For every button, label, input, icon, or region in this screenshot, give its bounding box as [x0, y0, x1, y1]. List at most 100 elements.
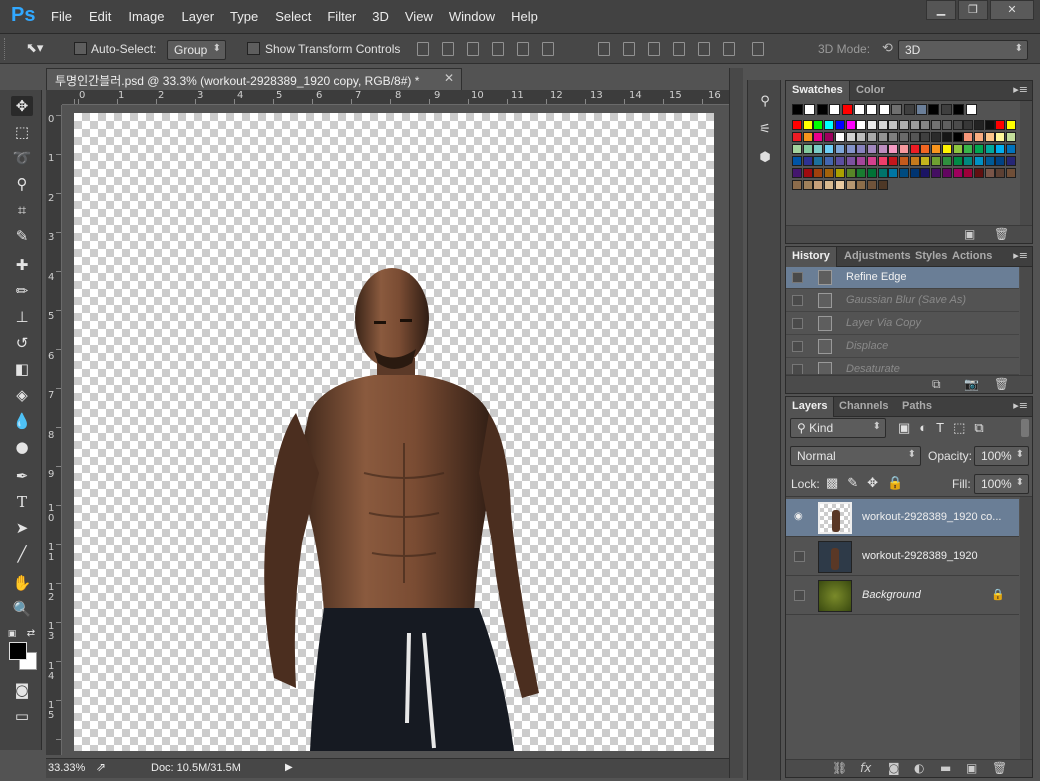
color-swatch[interactable]: [888, 156, 899, 166]
history-brush-tool-icon[interactable]: ↺: [11, 333, 33, 353]
link-layers-icon[interactable]: ⛓: [832, 761, 847, 775]
snapshot-icon[interactable]: 📷: [964, 377, 979, 391]
menu-file[interactable]: File: [51, 9, 72, 24]
document-workspace[interactable]: [62, 105, 729, 755]
color-swatch[interactable]: [952, 168, 963, 178]
color-swatch[interactable]: [813, 132, 824, 142]
menu-help[interactable]: Help: [511, 9, 538, 24]
color-swatch[interactable]: [920, 132, 931, 142]
move-tool-preset-icon[interactable]: ⬉▾: [26, 40, 43, 56]
color-swatch[interactable]: [995, 120, 1006, 130]
align-hcenter-icon[interactable]: [517, 42, 529, 56]
color-swatch[interactable]: [888, 132, 899, 142]
vertical-ruler[interactable]: 0 1 2 3 4 5 6 7 8 9 1 0 1 1 1 2 1 3 1 4 …: [46, 105, 62, 755]
color-swatch[interactable]: [973, 132, 984, 142]
color-swatch[interactable]: [899, 132, 909, 142]
color-swatch[interactable]: [877, 132, 888, 142]
menu-view[interactable]: View: [405, 9, 433, 24]
color-swatch[interactable]: [834, 168, 845, 178]
menu-image[interactable]: Image: [128, 9, 164, 24]
quick-select-tool-icon[interactable]: ⚲: [11, 174, 33, 194]
layer-filter-icons[interactable]: ▣◐T⬚⧉: [898, 420, 993, 436]
color-swatch[interactable]: [952, 156, 963, 166]
layer-row[interactable]: Background 🔒: [786, 577, 1019, 615]
tab-history[interactable]: History: [786, 247, 837, 267]
color-swatch[interactable]: [920, 168, 931, 178]
history-state[interactable]: Layer Via Copy: [786, 313, 1019, 335]
color-swatch[interactable]: [1006, 144, 1016, 154]
auto-align-icon[interactable]: [752, 42, 764, 56]
delete-state-icon[interactable]: 🗑: [994, 377, 1009, 391]
color-swatch[interactable]: [916, 104, 927, 115]
layer-style-icon[interactable]: fx: [860, 761, 871, 775]
layer-kind-filter[interactable]: ⚲ Kind: [790, 418, 886, 438]
color-swatch[interactable]: [984, 132, 995, 142]
color-swatch[interactable]: [995, 144, 1006, 154]
eraser-tool-icon[interactable]: ◧: [11, 359, 33, 379]
line-tool-icon[interactable]: ╱: [11, 544, 33, 564]
color-swatch[interactable]: [984, 156, 995, 166]
color-swatch[interactable]: [1006, 132, 1016, 142]
color-swatch[interactable]: [909, 168, 920, 178]
visibility-toggle[interactable]: [794, 551, 805, 562]
color-swatch[interactable]: [813, 144, 824, 154]
color-swatch[interactable]: [941, 132, 952, 142]
layer-row[interactable]: ◉ workout-2928389_1920 co...: [786, 499, 1019, 537]
layer-name[interactable]: Background: [862, 589, 921, 601]
new-swatch-icon[interactable]: ▣: [964, 227, 975, 241]
color-swatch[interactable]: [941, 156, 952, 166]
color-swatch[interactable]: [931, 144, 942, 154]
history-state[interactable]: Gaussian Blur (Save As): [786, 290, 1019, 312]
color-swatch[interactable]: [878, 104, 890, 115]
color-swatch[interactable]: [931, 168, 942, 178]
color-swatch[interactable]: [804, 104, 816, 115]
color-swatch[interactable]: [903, 104, 915, 115]
color-swatch[interactable]: [856, 132, 867, 142]
blend-mode-dropdown[interactable]: Normal: [790, 446, 921, 466]
menu-3d[interactable]: 3D: [372, 9, 389, 24]
color-swatch[interactable]: [1006, 168, 1016, 178]
menu-window[interactable]: Window: [449, 9, 495, 24]
lasso-tool-icon[interactable]: ➰: [11, 148, 33, 168]
tab-paths[interactable]: Paths: [896, 397, 938, 417]
color-swatch[interactable]: [845, 132, 856, 142]
color-swatch[interactable]: [973, 120, 984, 130]
brush-settings-icon[interactable]: ⚟: [756, 122, 774, 140]
hand-tool-icon[interactable]: ✋: [11, 573, 33, 593]
color-swatch[interactable]: [824, 168, 835, 178]
3d-panel-icon[interactable]: ⬢: [756, 150, 774, 168]
color-swatch[interactable]: [866, 156, 877, 166]
panel-menu-icon[interactable]: ▸≡: [1013, 83, 1028, 96]
zoom-level[interactable]: 33.33%: [48, 762, 85, 774]
color-swatch[interactable]: [866, 180, 877, 190]
color-swatch[interactable]: [920, 120, 931, 130]
menu-edit[interactable]: Edit: [89, 9, 111, 24]
blur-tool-icon[interactable]: 💧: [11, 411, 33, 431]
canvas-scrollbar[interactable]: [729, 68, 743, 778]
color-swatch[interactable]: [909, 156, 920, 166]
layer-row[interactable]: workout-2928389_1920: [786, 538, 1019, 576]
color-swatch[interactable]: [995, 132, 1006, 142]
color-swatch[interactable]: [953, 104, 965, 115]
restore-button[interactable]: ❐: [958, 0, 988, 20]
menu-filter[interactable]: Filter: [327, 9, 356, 24]
align-left-icon[interactable]: [492, 42, 504, 56]
pen-tool-icon[interactable]: ✒: [11, 466, 33, 486]
close-button[interactable]: ✕: [990, 0, 1034, 20]
history-state[interactable]: Refine Edge: [786, 267, 1019, 289]
quick-mask-icon[interactable]: ◙: [11, 680, 33, 700]
color-swatch[interactable]: [888, 144, 899, 154]
panel-menu-icon[interactable]: ▸≡: [1013, 399, 1028, 412]
color-swatch[interactable]: [845, 180, 856, 190]
color-swatch[interactable]: [792, 156, 802, 166]
color-swatch[interactable]: [941, 144, 952, 154]
color-swatch[interactable]: [834, 132, 845, 142]
3d-orbit-icon[interactable]: ⟲: [882, 40, 893, 56]
new-layer-icon[interactable]: ▣: [966, 761, 977, 775]
color-swatch[interactable]: [813, 168, 824, 178]
color-swatch[interactable]: [899, 120, 909, 130]
horizontal-ruler[interactable]: 0 1 2 3 4 5 6 7 8 9 10 11 12 13 14 15 16: [62, 90, 729, 105]
menu-layer[interactable]: Layer: [182, 9, 215, 24]
color-swatch[interactable]: [856, 156, 867, 166]
brush-preset-icon[interactable]: ⚲: [756, 94, 774, 112]
